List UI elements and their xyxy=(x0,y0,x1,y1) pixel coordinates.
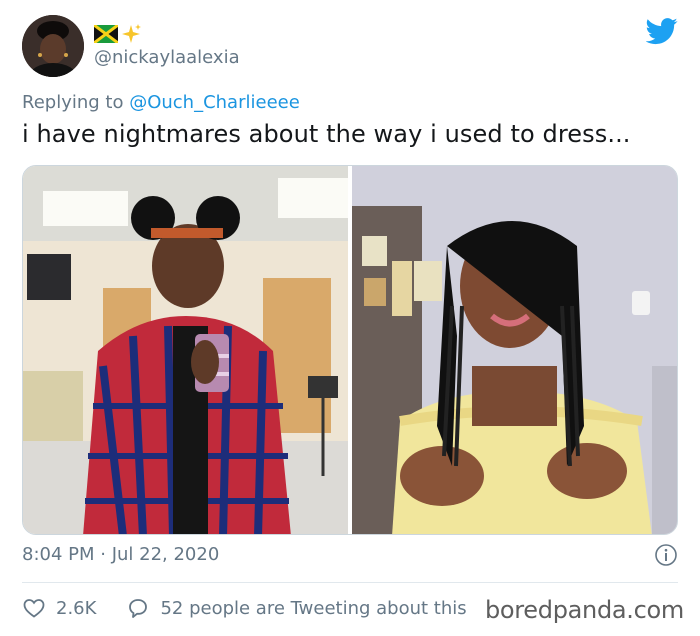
before-photo[interactable] xyxy=(23,166,348,534)
twitter-bird-icon[interactable] xyxy=(646,15,678,47)
user-handle[interactable]: @nickaylaalexia xyxy=(94,47,240,68)
tweet-card: @nickaylaalexia Replying to @Ouch_Charli… xyxy=(0,0,700,636)
like-button[interactable]: 2.6K xyxy=(22,596,96,620)
tweet-text: i have nightmares about the way i used t… xyxy=(22,120,631,148)
avatar[interactable] xyxy=(22,15,84,77)
jamaica-flag-icon xyxy=(94,25,118,43)
after-photo[interactable] xyxy=(352,166,677,534)
replying-to-label: Replying to xyxy=(22,92,130,113)
divider xyxy=(22,582,678,583)
heart-icon xyxy=(23,599,45,618)
tweet-timestamp[interactable]: 8:04 PM · Jul 22, 2020 xyxy=(22,544,219,565)
replying-to: Replying to @Ouch_Charlieeee xyxy=(22,92,300,113)
tweet-header: @nickaylaalexia xyxy=(22,15,682,79)
info-icon[interactable] xyxy=(654,543,678,567)
tweet-media[interactable] xyxy=(22,165,678,535)
mention-link[interactable]: @Ouch_Charlieeee xyxy=(129,92,300,113)
display-name[interactable] xyxy=(94,21,142,47)
discussion-link[interactable]: 52 people are Tweeting about this xyxy=(126,596,467,620)
watermark: boredpanda.com xyxy=(484,596,684,624)
discussion-text: 52 people are Tweeting about this xyxy=(160,597,467,619)
sparkles-icon xyxy=(122,24,141,43)
tweet-actions: 2.6K 52 people are Tweeting about this xyxy=(22,594,497,622)
speech-bubble-icon xyxy=(129,599,148,618)
like-count: 2.6K xyxy=(56,597,97,619)
